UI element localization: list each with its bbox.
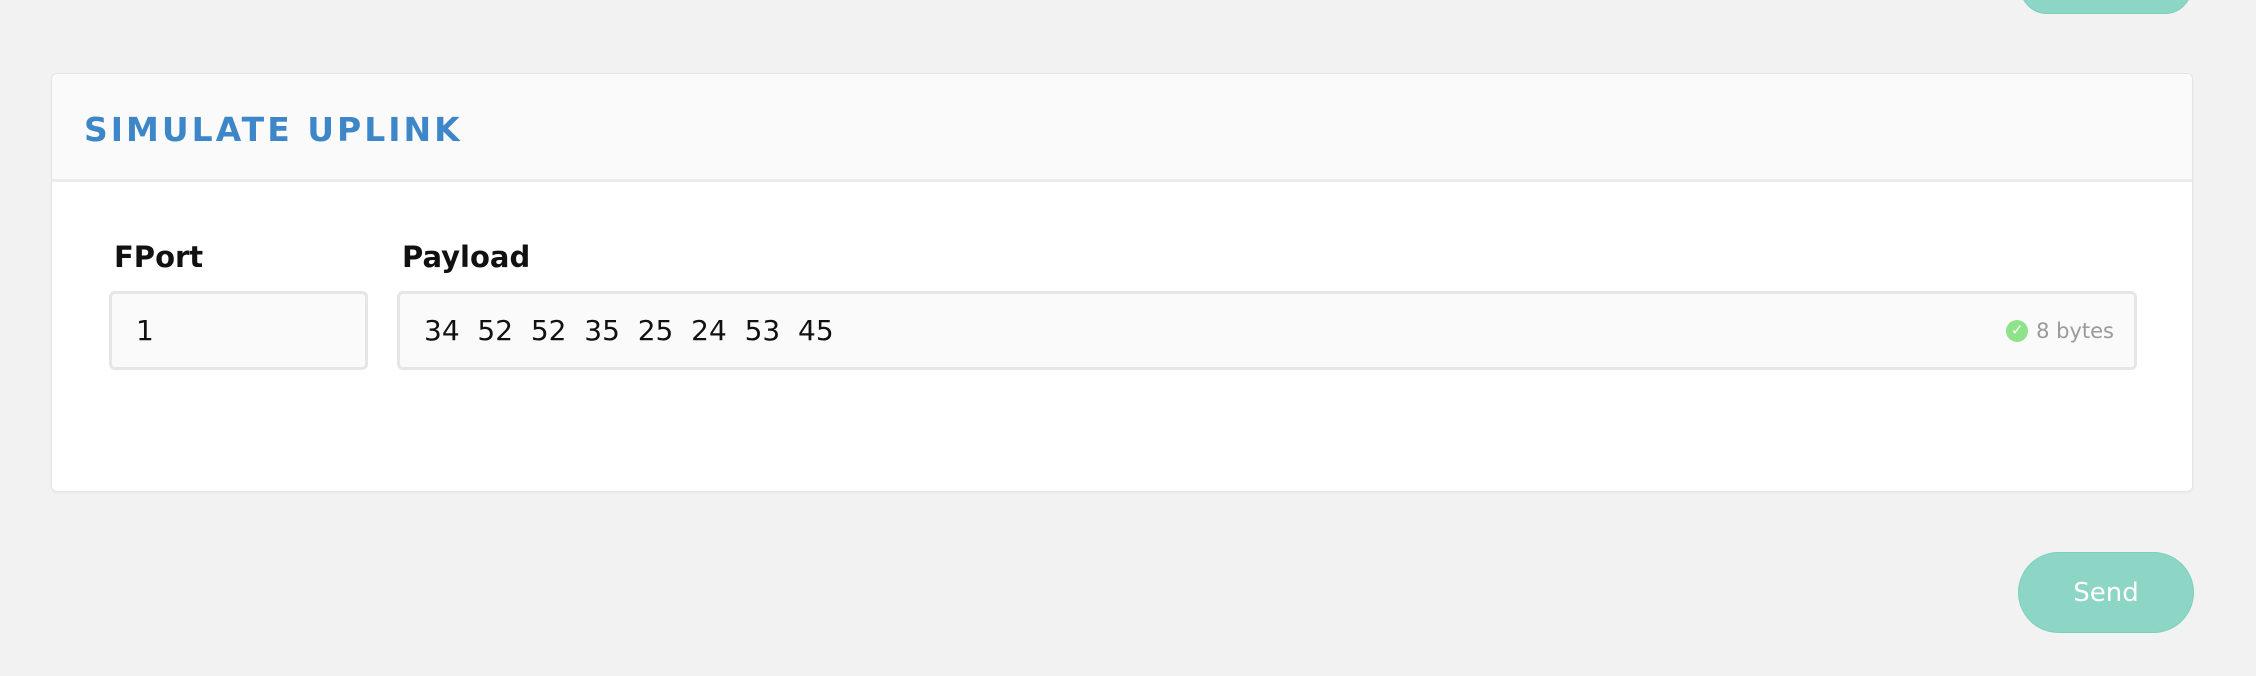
byte-status: ✓ 8 bytes [2006,294,2114,367]
card-header: SIMULATE UPLINK [52,74,2192,182]
byte-count: 8 bytes [2036,318,2114,343]
payload-label: Payload [402,240,531,274]
payload-value: 34 52 52 35 25 24 53 45 [424,314,834,347]
send-button[interactable]: Send [2018,552,2194,633]
payload-input[interactable]: 34 52 52 35 25 24 53 45 ✓ 8 bytes [397,291,2137,370]
fport-label: FPort [114,240,204,274]
card-title: SIMULATE UPLINK [84,110,463,149]
fport-input[interactable]: 1 [109,291,368,370]
check-circle-icon: ✓ [2006,319,2029,342]
fport-value: 1 [136,314,154,347]
simulate-uplink-card: SIMULATE UPLINK FPort Payload 1 34 52 52… [51,73,2193,492]
partial-top-button[interactable] [2020,0,2192,14]
